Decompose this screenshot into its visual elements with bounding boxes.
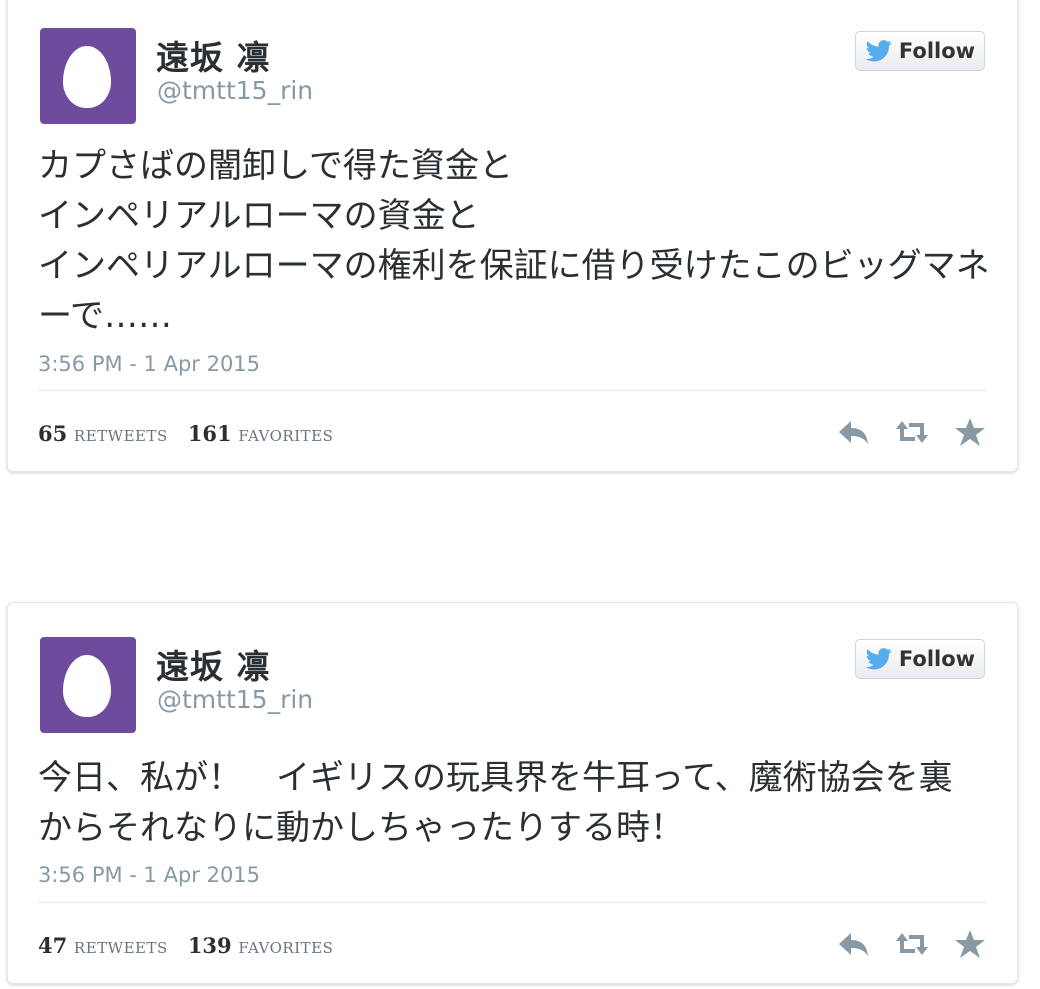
divider <box>38 390 987 391</box>
retweet-label: RETWEETS <box>73 427 168 445</box>
avatar[interactable] <box>40 637 136 733</box>
author-handle[interactable]: @tmtt15_rin <box>157 685 313 714</box>
tweet-stats: 47 RETWEETS 139 FAVORITES <box>38 933 333 958</box>
tweet-actions <box>837 929 987 959</box>
retweet-count[interactable]: 47 <box>38 933 67 958</box>
tweet-card: 遠坂 凛 @tmtt15_rin Follow カプさばの闇卸しで得た資金と イ… <box>7 0 1018 472</box>
favorite-count[interactable]: 161 <box>188 421 232 446</box>
tweet-text-line: カプさばの闇卸しで得た資金と <box>38 146 513 186</box>
favorite-label: FAVORITES <box>238 939 334 957</box>
favorite-label: FAVORITES <box>238 427 334 445</box>
tweet-text: 今日、私が！ イギリスの玩具界を牛耳って、魔術協会を裏 からそれなりに動かしちゃ… <box>38 753 987 853</box>
tweet-text-line: インペリアルローマの資金と <box>38 196 480 236</box>
default-egg-icon <box>63 46 111 108</box>
divider <box>38 902 987 903</box>
tweet-card: 遠坂 凛 @tmtt15_rin Follow 今日、私が！ イギリスの玩具界を… <box>7 602 1018 984</box>
follow-label: Follow <box>898 39 976 63</box>
tweet-text-line: インペリアルローマの権利を保証に借り受けたこのビッグマネ <box>38 246 990 286</box>
favorite-count[interactable]: 139 <box>188 933 232 958</box>
follow-button[interactable]: Follow <box>855 31 985 71</box>
author-handle[interactable]: @tmtt15_rin <box>157 76 313 105</box>
tweet-text-line: からそれなりに動かしちゃったりする時！ <box>38 808 684 848</box>
retweet-icon[interactable] <box>895 417 929 447</box>
retweet-icon[interactable] <box>895 929 929 959</box>
follow-button[interactable]: Follow <box>855 639 985 679</box>
avatar[interactable] <box>40 28 136 124</box>
retweet-count[interactable]: 65 <box>38 421 67 446</box>
author-name[interactable]: 遠坂 凛 <box>156 31 271 79</box>
retweet-label: RETWEETS <box>73 939 168 957</box>
favorite-star-icon[interactable] <box>953 417 987 447</box>
reply-icon[interactable] <box>837 417 871 447</box>
tweet-actions <box>837 417 987 447</box>
tweet-text-line: 今日、私が！ イギリスの玩具界を牛耳って、魔術協会を裏 <box>38 758 953 798</box>
tweet-timestamp[interactable]: 3:56 PM - 1 Apr 2015 <box>38 863 260 887</box>
tweet-stats: 65 RETWEETS 161 FAVORITES <box>38 421 333 446</box>
default-egg-icon <box>63 655 111 717</box>
tweet-text: カプさばの闇卸しで得た資金と インペリアルローマの資金と インペリアルローマの権… <box>38 141 990 341</box>
twitter-bird-icon <box>865 40 892 62</box>
tweet-timestamp[interactable]: 3:56 PM - 1 Apr 2015 <box>38 352 260 376</box>
favorite-star-icon[interactable] <box>953 929 987 959</box>
follow-label: Follow <box>898 647 976 671</box>
twitter-bird-icon <box>865 648 892 670</box>
tweet-text-line: ーで…… <box>38 296 172 336</box>
author-name[interactable]: 遠坂 凛 <box>156 640 271 688</box>
reply-icon[interactable] <box>837 929 871 959</box>
